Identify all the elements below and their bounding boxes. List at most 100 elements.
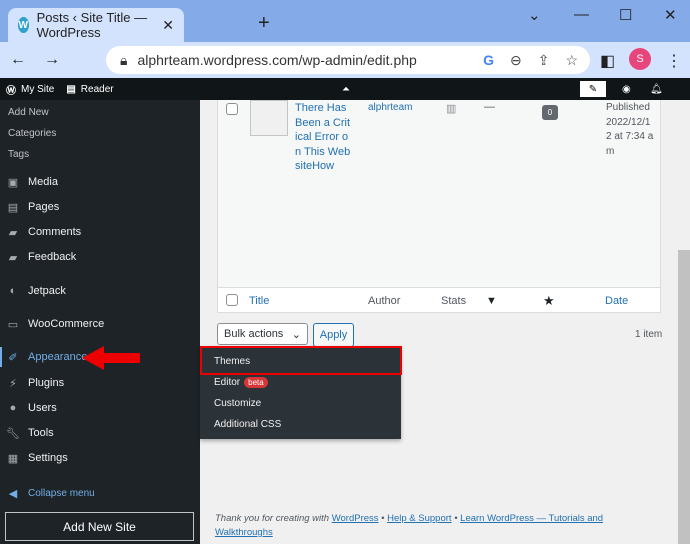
table-footer-row: Title Author Stats ▼ ★ Date — [218, 288, 660, 313]
post-thumbnail-placeholder — [250, 100, 288, 136]
row-checkbox[interactable] — [226, 103, 238, 115]
lock-icon: 🔒︎ — [120, 51, 128, 68]
browser-tab-bar: W Posts ‹ Site Title — WordPress ✕ + ⌄ —… — [0, 0, 690, 42]
collapse-menu-button[interactable]: ◀ Collapse menu — [0, 483, 95, 503]
brush-icon: ✐ — [8, 351, 18, 364]
label: Appearance — [28, 351, 88, 363]
zoom-icon[interactable]: ⊖ — [510, 52, 522, 69]
red-arrow-annotation — [82, 346, 140, 370]
close-tab-icon[interactable]: ✕ — [162, 17, 174, 34]
sidebar-item-woocommerce[interactable]: ▭ WooCommerce — [0, 314, 104, 334]
google-icon[interactable]: G — [483, 52, 494, 69]
label: Plugins — [28, 377, 65, 389]
my-site-link[interactable]: Ⓦ My Site — [0, 82, 60, 97]
stats-icon[interactable]: ▥ — [446, 102, 456, 115]
user-avatar-icon[interactable]: ◉ — [616, 84, 637, 95]
sidebar-item-media[interactable]: ▣ Media — [0, 172, 58, 192]
label: Pages — [28, 201, 60, 213]
wordpress-logo-icon: Ⓦ — [6, 85, 16, 97]
label: Users — [28, 402, 57, 414]
new-tab-button[interactable]: + — [258, 12, 270, 35]
add-new-site-button[interactable]: Add New Site — [5, 512, 194, 541]
column-title[interactable]: Title — [249, 295, 269, 307]
notifications-bell-icon[interactable]: 🔔︎ — [644, 84, 669, 95]
label: Collapse menu — [28, 487, 95, 499]
bulk-actions-label: Bulk actions — [224, 328, 284, 340]
sidebar-sub-tags[interactable]: Tags — [0, 144, 37, 165]
footer-text: Thank you for creating with — [215, 513, 330, 524]
sidebar-item-settings[interactable]: ▦ Settings — [0, 448, 68, 468]
collapse-bar-icon[interactable]: ⏶ — [336, 84, 356, 95]
select-all-checkbox[interactable] — [226, 294, 238, 306]
maximize-icon[interactable]: ☐ — [619, 6, 632, 24]
submenu-editor[interactable]: Editor beta — [214, 377, 268, 388]
post-tags: — — [484, 101, 495, 113]
jetpack-icon: ◐ — [9, 285, 17, 297]
comments-icon: ▰ — [8, 226, 18, 239]
sidebar-item-jetpack[interactable]: ◐ Jetpack — [0, 281, 66, 301]
label: WooCommerce — [28, 318, 105, 330]
sidebar-item-plugins[interactable]: ⚡︎ Plugins — [0, 373, 64, 393]
column-date[interactable]: Date — [605, 295, 628, 307]
share-icon[interactable]: ⇪ — [538, 52, 550, 69]
scrollbar-thumb[interactable] — [678, 250, 690, 544]
pages-icon: ▤ — [7, 201, 19, 214]
bookmark-star-icon[interactable]: ☆ — [565, 52, 578, 69]
plugin-icon: ⚡︎ — [9, 377, 17, 390]
comment-count-badge[interactable]: 0 — [542, 105, 558, 120]
browser-tab[interactable]: W Posts ‹ Site Title — WordPress ✕ — [8, 8, 184, 42]
reader-link[interactable]: ▤ Reader — [60, 84, 119, 95]
address-bar-row: ← → 🔒︎ alphrteam.wordpress.com/wp-admin/… — [0, 42, 690, 78]
sidebar-item-feedback[interactable]: ▰ Feedback — [0, 247, 77, 267]
reader-icon: ▤ — [66, 83, 76, 95]
submenu-customize[interactable]: Customize — [214, 398, 261, 409]
write-icon[interactable]: ✎ — [580, 81, 606, 97]
label: Tools — [28, 427, 54, 439]
minimize-icon[interactable]: — — [574, 6, 589, 23]
reader-label: Reader — [80, 83, 114, 95]
separator: • — [381, 513, 385, 524]
menu-kebab-icon[interactable]: ⋮ — [666, 51, 682, 71]
url-input[interactable]: 🔒︎ alphrteam.wordpress.com/wp-admin/edit… — [106, 46, 590, 74]
comments-column-icon[interactable]: ▼ — [486, 295, 497, 307]
sidebar-item-comments[interactable]: ▰ Comments — [0, 222, 81, 242]
wrench-icon: 🔧︎ — [6, 427, 20, 440]
sidebar-item-appearance[interactable]: ✐ Appearance — [0, 347, 87, 367]
tab-title: Posts ‹ Site Title — WordPress — [36, 10, 148, 40]
table-row: There Has Been a Critical Error on This … — [218, 100, 660, 288]
sidebar-sub-categories[interactable]: Categories — [0, 123, 64, 144]
post-title-link[interactable]: There Has Been a Critical Error on This … — [295, 101, 351, 174]
sidebar-item-tools[interactable]: 🔧︎ Tools — [0, 423, 54, 443]
feedback-icon: ▰ — [8, 251, 18, 264]
wordpress-favicon-icon: W — [18, 17, 29, 33]
apply-button[interactable]: Apply — [313, 323, 354, 347]
submenu-additional-css[interactable]: Additional CSS — [214, 419, 281, 430]
post-author-link[interactable]: alphrteam — [368, 102, 412, 113]
sidebar-item-users[interactable]: ● Users — [0, 398, 57, 418]
bulk-actions-select[interactable]: Bulk actions ⌄ — [217, 323, 308, 345]
tab-search-icon[interactable]: ⌄ — [528, 6, 541, 24]
collapse-icon: ◀ — [8, 487, 18, 500]
wordpress-link[interactable]: WordPress — [332, 513, 379, 524]
column-stats: Stats — [441, 294, 467, 307]
column-author: Author — [368, 294, 401, 307]
themes-highlight-box — [200, 346, 402, 375]
forward-icon[interactable]: → — [44, 51, 60, 69]
users-icon: ● — [9, 402, 17, 414]
sidebar-item-pages[interactable]: ▤ Pages — [0, 197, 59, 217]
help-support-link[interactable]: Help & Support — [387, 513, 451, 524]
sidebar-toggle-icon[interactable]: ◧ — [600, 51, 615, 71]
back-icon[interactable]: ← — [10, 51, 26, 69]
my-site-label: My Site — [21, 83, 55, 95]
profile-avatar[interactable]: S — [629, 48, 651, 70]
admin-footer: Thank you for creating with WordPress • … — [215, 512, 615, 540]
sidebar-sub-add-new[interactable]: Add New — [0, 102, 57, 123]
star-icon[interactable]: ★ — [543, 293, 555, 309]
close-window-icon[interactable]: ✕ — [664, 6, 677, 24]
media-icon: ▣ — [7, 176, 19, 189]
separator: • — [454, 513, 458, 524]
post-date: Published 2022/12/12 at 7:34 am — [606, 102, 654, 157]
label: Comments — [28, 226, 82, 238]
wp-admin-bar: Ⓦ My Site ▤ Reader ⏶ ✎ ◉ 🔔︎ — [0, 78, 690, 100]
editor-label: Editor — [214, 377, 241, 388]
